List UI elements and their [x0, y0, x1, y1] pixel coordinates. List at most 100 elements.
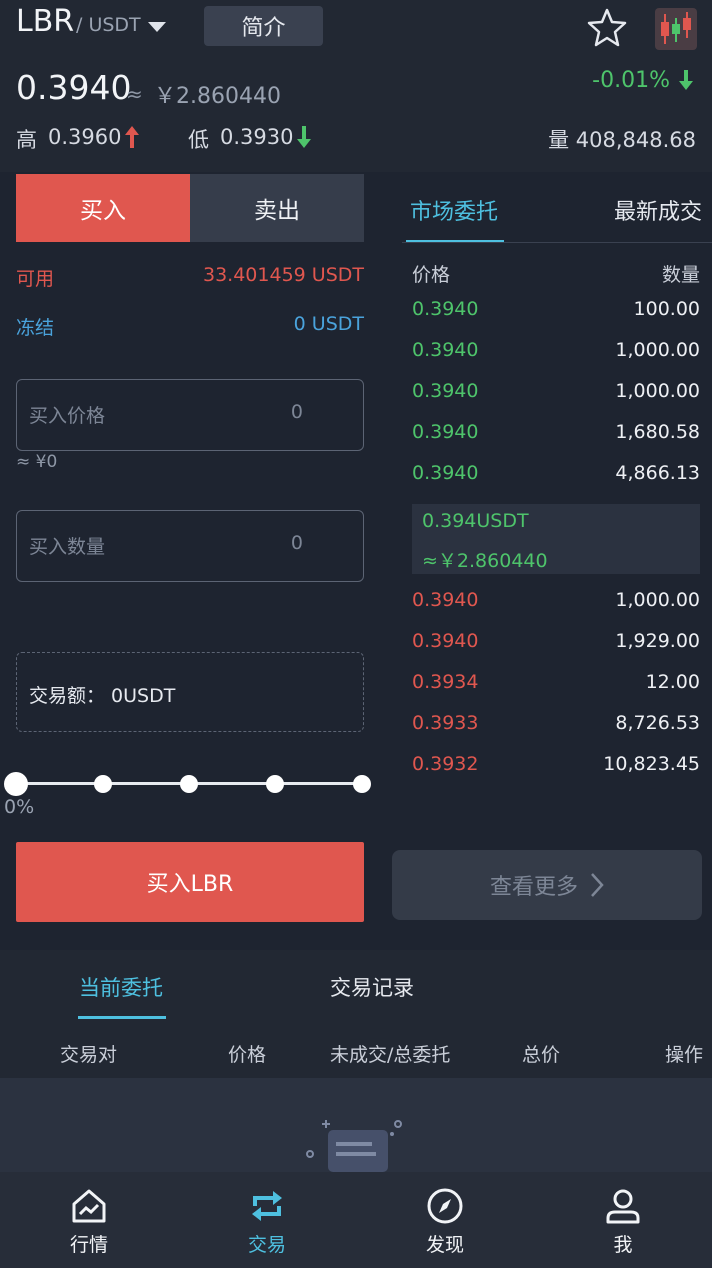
ask-row[interactable]: 0.3940 1,000.00	[412, 339, 700, 369]
approx-sign: ≈	[126, 82, 143, 106]
ask-row[interactable]: 0.3940 1,680.58	[412, 421, 700, 451]
frozen-value: 0 USDT	[293, 313, 364, 335]
column-pair: 交易对	[60, 1044, 118, 1066]
compass-icon	[427, 1188, 463, 1224]
price-approx-cny: ≈ ¥0	[16, 452, 58, 472]
buy-quantity-label: 买入数量	[29, 536, 106, 558]
ask-quantity: 1,000.00	[615, 380, 700, 402]
high-label: 高	[16, 128, 37, 152]
nav-discover-label: 发现	[425, 1234, 464, 1256]
bid-price: 0.3933	[412, 712, 479, 734]
ask-price: 0.3940	[412, 462, 479, 484]
high-value: 0.3960	[48, 125, 122, 149]
divider	[402, 242, 712, 243]
slider-handle[interactable]	[4, 772, 28, 796]
tab-market-orders[interactable]: 市场委托	[410, 194, 498, 226]
arrow-up-icon	[125, 126, 139, 148]
available-label: 可用	[16, 268, 55, 290]
buy-price-input[interactable]: 买入价格 0	[16, 379, 364, 451]
ask-price: 0.3940	[412, 421, 479, 443]
slider-percent: 0%	[4, 796, 35, 818]
low-value: 0.3930	[220, 125, 294, 149]
bid-price: 0.3932	[412, 753, 479, 775]
empty-state-icon	[306, 1120, 402, 1172]
tab-trade-history[interactable]: 交易记录	[330, 972, 414, 1002]
frozen-label: 冻结	[16, 317, 55, 339]
nav-me-label: 我	[613, 1234, 633, 1256]
view-more-label: 查看更多	[489, 875, 578, 900]
cny-price: ￥2.860440	[154, 84, 281, 109]
nav-market[interactable]: 行情	[0, 1172, 178, 1268]
bid-row[interactable]: 0.3934 12.00	[412, 671, 700, 701]
bid-price: 0.3934	[412, 671, 479, 693]
bid-quantity: 8,726.53	[615, 712, 700, 734]
bid-row[interactable]: 0.3940 1,929.00	[412, 630, 700, 660]
bid-quantity: 12.00	[645, 671, 700, 693]
buy-price-value: 0	[290, 401, 303, 423]
slider-step-25[interactable]	[94, 775, 112, 793]
market-icon	[72, 1189, 106, 1223]
column-total-price: 总价	[522, 1044, 561, 1066]
user-icon	[606, 1189, 640, 1224]
bid-quantity: 1,000.00	[615, 589, 700, 611]
book-header-quantity: 数量	[661, 264, 700, 286]
pair-quote[interactable]: / USDT	[76, 14, 141, 36]
low-label: 低	[188, 128, 209, 152]
ask-row[interactable]: 0.3940 4,866.13	[412, 462, 700, 492]
volume-24h: 量 408,848.68	[548, 128, 696, 152]
column-price: 价格	[228, 1044, 267, 1066]
trade-amount-box: 交易额： 0USDT	[16, 652, 364, 732]
buy-quantity-value: 0	[290, 532, 303, 554]
ask-row[interactable]: 0.3940 1,000.00	[412, 380, 700, 410]
bid-row[interactable]: 0.3933 8,726.53	[412, 712, 700, 742]
nav-trade-label: 交易	[247, 1234, 286, 1256]
bid-price: 0.3940	[412, 589, 479, 611]
tab-current-orders[interactable]: 当前委托	[79, 972, 163, 1002]
kline-icon[interactable]	[655, 8, 697, 50]
mid-price-cny: ≈￥2.860440	[422, 550, 548, 572]
nav-trade[interactable]: 交易	[178, 1172, 356, 1268]
slider-step-50[interactable]	[180, 775, 198, 793]
ask-price: 0.3940	[412, 339, 479, 361]
nav-market-label: 行情	[69, 1234, 108, 1256]
ask-quantity: 4,866.13	[615, 462, 700, 484]
mid-price: 0.394USDT	[422, 510, 529, 532]
column-unfilled-total: 未成交/总委托	[330, 1044, 451, 1066]
ask-quantity: 100.00	[633, 298, 700, 320]
view-more-button[interactable]: 查看更多	[392, 850, 702, 920]
bid-row[interactable]: 0.3932 10,823.45	[412, 753, 700, 783]
ask-price: 0.3940	[412, 380, 479, 402]
change-percent: -0.01%	[592, 68, 670, 93]
book-header-price: 价格	[412, 264, 451, 286]
slider-step-75[interactable]	[266, 775, 284, 793]
nav-discover[interactable]: 发现	[356, 1172, 534, 1268]
last-price: 0.3940	[16, 68, 132, 107]
bid-quantity: 10,823.45	[603, 753, 700, 775]
intro-button[interactable]: 简介	[204, 6, 323, 46]
tab-underline	[78, 1016, 166, 1019]
nav-me[interactable]: 我	[534, 1172, 712, 1268]
bid-quantity: 1,929.00	[615, 630, 700, 652]
mid-price-box: 0.394USDT ≈￥2.860440	[412, 504, 700, 574]
buy-tab[interactable]: 买入	[16, 174, 190, 242]
buy-quantity-input[interactable]: 买入数量 0	[16, 510, 364, 582]
buy-submit-button[interactable]: 买入LBR	[16, 842, 364, 922]
trade-amount: 交易额： 0USDT	[29, 685, 176, 707]
ask-price: 0.3940	[412, 298, 479, 320]
ask-row[interactable]: 0.3940 100.00	[412, 298, 700, 328]
ask-quantity: 1,000.00	[615, 339, 700, 361]
slider-step-100[interactable]	[353, 775, 371, 793]
available-value: 33.401459 USDT	[203, 264, 364, 286]
sell-tab[interactable]: 卖出	[190, 174, 364, 242]
trade-icon	[252, 1191, 282, 1221]
bid-row[interactable]: 0.3940 1,000.00	[412, 589, 700, 619]
pair-base[interactable]: LBR	[16, 4, 74, 39]
star-icon[interactable]	[585, 6, 629, 50]
chevron-down-icon[interactable]	[148, 22, 166, 32]
column-action: 操作	[665, 1044, 704, 1066]
arrow-down-icon	[297, 126, 311, 148]
bid-price: 0.3940	[412, 630, 479, 652]
tab-latest-trades[interactable]: 最新成交	[614, 194, 702, 226]
chevron-right-icon	[591, 873, 604, 897]
ask-quantity: 1,680.58	[615, 421, 700, 443]
